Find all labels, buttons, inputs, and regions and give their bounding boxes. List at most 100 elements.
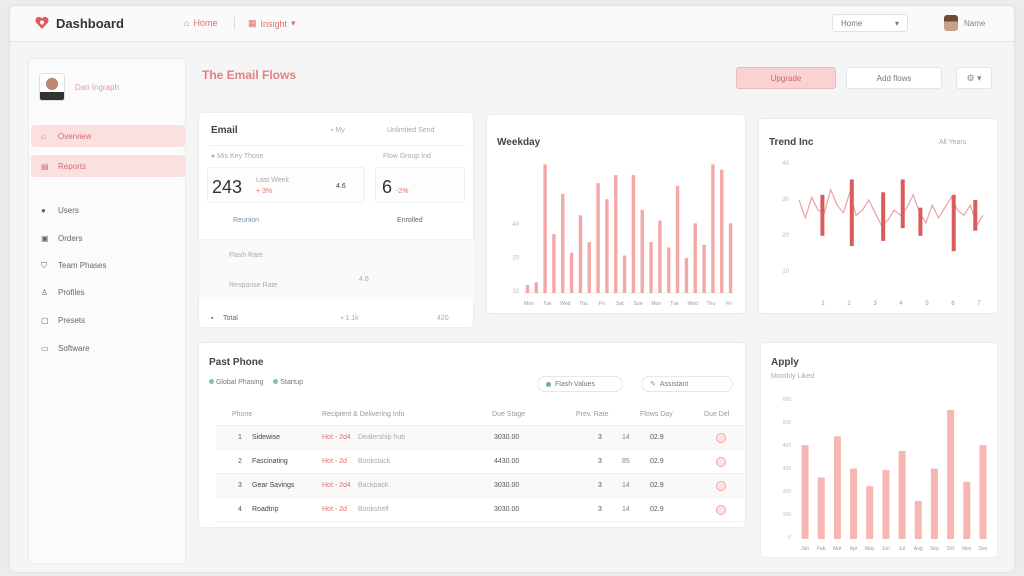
sidebar-item-5[interactable]: ♙ Profiles [31, 281, 185, 303]
x-tick-label: Mon [524, 301, 534, 307]
bar [833, 436, 841, 539]
bar [693, 223, 697, 293]
y-tick-label: 0 [788, 535, 791, 541]
x-tick-label: Aug [914, 546, 923, 552]
col-stage: Due Stage [492, 411, 526, 418]
stat-sub: Last Week [256, 177, 289, 184]
bar [525, 284, 530, 293]
bar [631, 175, 636, 293]
delete-icon[interactable] [716, 433, 726, 443]
user-menu[interactable]: Name [944, 15, 985, 31]
x-tick-label: Feb [817, 546, 826, 552]
col-prev: Prev. Rate [576, 411, 609, 418]
assistant-pill[interactable]: ✎ Assistant [641, 376, 733, 392]
unlimited-link[interactable]: Unlimited Send [387, 127, 434, 134]
email-card: Email ▪ My Unlimited Send ● Mis Key Thos… [198, 112, 475, 328]
sparkle-icon: ✎ [650, 381, 656, 388]
bar [534, 282, 538, 293]
table-row[interactable]: 2 Fascinating Hot - 2d Bookstack 4430.00 3 85 0… [216, 450, 744, 474]
y-tick-label: 10 [512, 289, 519, 295]
x-tick-label: Apr [850, 546, 858, 552]
sidebar-item-label: Team Phases [58, 260, 107, 270]
calendar-icon: ▤ [41, 161, 49, 171]
sidebar-item-1[interactable]: ▤ Reports [31, 155, 185, 177]
dot-icon [546, 381, 551, 387]
x-tick-label: 4 [899, 301, 903, 307]
cell-tag: Hot - 2d4 [322, 482, 351, 489]
x-tick-label: Mon [651, 301, 661, 307]
nav-insight[interactable]: ▦ Insight ▾ [248, 18, 296, 29]
dot-icon [209, 379, 214, 384]
y-tick-label: 400 [783, 443, 792, 449]
cell-flows: 14 [622, 506, 630, 513]
y-tick-label: 10 [782, 269, 789, 275]
sidebar-item-label: Users [58, 205, 79, 215]
cell-n: 4 [238, 506, 242, 513]
cell-name: Gear Savings [252, 482, 295, 489]
avatar [944, 15, 958, 31]
legend-startup-label: Startup [280, 379, 303, 386]
y-tick-label: 200 [783, 489, 792, 495]
total-right: 420 [437, 315, 449, 322]
camera-icon: ▢ [41, 315, 49, 325]
cell-info: Bookshelf [358, 506, 389, 513]
trend-line-chart: 40 30 20 10 1 2 3 4 5 6 7 [782, 161, 984, 307]
sidebar-item-7[interactable]: ▭ Software [31, 337, 185, 359]
flash-values-pill[interactable]: Flash Values [537, 376, 623, 392]
x-tick-label: Fri [726, 301, 732, 307]
add-flows-button[interactable]: Add flows [846, 67, 942, 89]
profile-avatar [39, 73, 65, 101]
bar [882, 470, 890, 539]
x-tick-label: Sun [634, 301, 643, 307]
chevron-down-icon: ▾ [291, 18, 296, 28]
response-rate-value: 4.6 [359, 276, 369, 283]
legend-global-label: Global Phasing [215, 379, 264, 386]
shield-icon: ⛉ [41, 260, 47, 270]
bar [711, 164, 715, 293]
sidebar-item-2[interactable]: ● Users [31, 199, 185, 221]
x-tick-label: Sat [616, 301, 624, 307]
bar [587, 242, 591, 293]
cell-prev: 3 [598, 458, 602, 465]
nav-home[interactable]: ⌂ Home [184, 18, 217, 28]
sidebar-item-label: Orders [58, 233, 83, 243]
table-row[interactable]: 3 Gear Savings Hot - 2d4 Backpack 3030.00 3 14… [216, 474, 744, 498]
x-tick-label: Sep [930, 546, 939, 552]
table-row[interactable]: 4 Roadtrip Hot - 2d Bookshelf 3030.00 3 14 02.9 [216, 498, 744, 522]
table-row[interactable]: 1 Sidewise Hot - 2d4 Dealership hub 3030.00 3… [216, 426, 744, 450]
user-name: Name [964, 18, 986, 28]
app-window: Dashboard ⌂ Home ▦ Insight ▾ Home ▾ Name… [10, 6, 1014, 572]
sidebar-item-3[interactable]: ▣ Orders [31, 227, 185, 249]
bar [898, 451, 906, 539]
legend-global[interactable]: Global Phasing [209, 379, 263, 386]
enrolled-label: Enrolled [397, 217, 423, 224]
delete-icon[interactable] [716, 457, 726, 467]
divider [209, 145, 465, 146]
x-tick-label: Wed [560, 301, 570, 307]
bar [649, 242, 653, 293]
home-select[interactable]: Home ▾ [832, 14, 908, 32]
y-tick-label: 20 [782, 233, 789, 239]
users-icon: ● [41, 205, 46, 215]
bar [640, 209, 644, 293]
cell-info: Backpack [358, 482, 389, 489]
sidebar-item-6[interactable]: ▢ Presets [31, 309, 185, 331]
total-mid: ▪ 1.1k [341, 315, 359, 322]
upgrade-button[interactable]: Upgrade [736, 67, 836, 89]
stat-box-secondary: 6 -2% [375, 167, 465, 203]
home-icon: ⌂ [184, 18, 190, 28]
weekday-bar-chart: 40 20 10 Mon Tue Wed Thu Fri Sat Sun Mon Tue Wed Thu F… [512, 164, 735, 307]
profile[interactable]: Dan Ingraph [39, 73, 119, 101]
cell-stage: 3030.00 [494, 434, 520, 441]
page-title: The Email Flows [202, 68, 297, 82]
bar [963, 481, 971, 539]
cell-flows: 14 [622, 434, 630, 441]
bar [605, 199, 609, 293]
sidebar-item-0[interactable]: ⌂ Overview [31, 125, 185, 147]
delete-icon[interactable] [716, 505, 726, 515]
legend-startup[interactable]: Startup [273, 379, 303, 386]
bar [850, 468, 858, 539]
sidebar-item-4[interactable]: ⛉ Team Phases [31, 254, 185, 276]
settings-button[interactable]: ⚙ ▾ [956, 67, 992, 89]
delete-icon[interactable] [716, 481, 726, 491]
